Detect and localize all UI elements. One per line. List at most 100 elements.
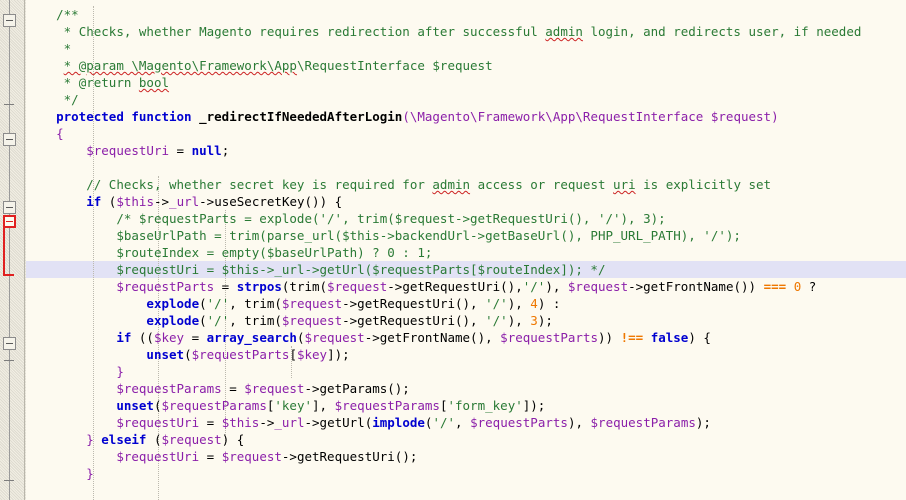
code-token-plain: = [184, 330, 207, 345]
code-token-var: $request [304, 330, 365, 345]
fold-collapse-icon[interactable] [3, 337, 16, 350]
code-line[interactable]: /** [26, 6, 906, 23]
code-token-comment: /** [56, 7, 79, 22]
code-token-var: { [56, 126, 64, 141]
code-token-plain: = [199, 449, 222, 464]
code-token-var: (\Magento\Framework\App\RequestInterface… [402, 109, 779, 124]
code-token-comment: $routeIndex = empty($baseUrlPath) ? 0 : … [116, 245, 433, 260]
code-token-plain: )) [598, 330, 621, 345]
code-line[interactable]: $routeIndex = empty($baseUrlPath) ? 0 : … [26, 244, 906, 261]
code-line[interactable]: protected function _redirectIfNeededAfte… [26, 108, 906, 125]
fold-end-tick-icon[interactable] [4, 360, 14, 361]
code-token-var: } [86, 432, 102, 447]
code-token-var: $request [221, 449, 282, 464]
code-token-plain: ]); [522, 398, 546, 413]
code-line[interactable]: * @param \Magento\Framework\App\RequestI… [26, 57, 906, 74]
code-token-string: '/' [206, 313, 230, 328]
code-line[interactable]: unset($requestParts[$key]); [26, 346, 906, 363]
fold-collapse-icon[interactable] [3, 201, 16, 214]
code-token-keyword: elseif [101, 432, 147, 447]
code-token-var: $requestUri [116, 449, 200, 464]
code-line[interactable]: unset($requestParams['key'], $requestPar… [26, 397, 906, 414]
fold-collapse-icon[interactable] [3, 133, 16, 146]
changed-block-fold-icon[interactable] [3, 215, 16, 228]
code-line[interactable]: * Checks, whether Magento requires redir… [26, 23, 906, 40]
code-token-comment-typo: admin [432, 177, 471, 192]
code-token-plain: ), [507, 296, 531, 311]
code-token-string: '/' [485, 313, 508, 328]
code-token-plain: ), [507, 313, 531, 328]
code-token-plain: ->getParams(); [304, 381, 410, 396]
code-token-plain: -> [153, 194, 170, 209]
code-token-var: $requestParams [334, 398, 440, 413]
code-line[interactable]: } elseif ($request) { [26, 431, 906, 448]
editor-gutter[interactable] [0, 0, 26, 500]
code-token-string: 'form_key' [447, 398, 523, 413]
code-line[interactable]: */ [26, 91, 906, 108]
fold-end-tick-icon[interactable] [4, 104, 14, 105]
fold-collapse-icon[interactable] [3, 14, 16, 27]
code-line[interactable]: $requestUri = $this->_url->getUrl(implod… [26, 414, 906, 431]
code-pane[interactable]: /** * Checks, whether Magento requires r… [26, 0, 906, 500]
code-line[interactable]: $baseUrlPath = trim(parse_url($this->bac… [26, 227, 906, 244]
code-token-var: $this [221, 415, 260, 430]
code-token-comment: // Checks, whether secret key is require… [86, 177, 433, 192]
code-line[interactable]: $requestUri = $request->getRequestUri(); [26, 448, 906, 465]
code-line[interactable]: * @return bool [26, 74, 906, 91]
code-token-keyword: explode [146, 313, 200, 328]
code-token-var: $request [281, 313, 343, 328]
code-token-keyword: null [191, 143, 222, 158]
code-line[interactable]: // Checks, whether secret key is require… [26, 176, 906, 193]
code-line[interactable] [26, 159, 906, 176]
code-line[interactable]: if (($key = array_search($request->getFr… [26, 329, 906, 346]
code-line[interactable]: $requestUri = null; [26, 142, 906, 159]
code-token-keyword: unset [116, 398, 154, 413]
code-lines[interactable]: /** * Checks, whether Magento requires r… [26, 0, 906, 482]
code-line[interactable]: explode('/', trim($request->getRequestUr… [26, 312, 906, 329]
code-token-string: '/' [522, 279, 546, 294]
code-token-plain: = [221, 381, 245, 396]
code-token-keyword: strpos [236, 279, 282, 294]
code-token-op: !== [620, 330, 644, 345]
code-token-var: $requestParams [161, 398, 267, 413]
fold-end-tick-icon[interactable] [4, 480, 14, 481]
code-token-comment: * @return [63, 75, 139, 90]
code-token-plain: , trim( [229, 296, 282, 311]
code-line[interactable]: $requestParams = $request->getParams(); [26, 380, 906, 397]
code-token-comment: * Checks, whether Magento requires redir… [63, 24, 546, 39]
code-token-plain: (( [131, 330, 154, 345]
code-line[interactable]: $requestUri = $this->_url->getUrl($reque… [26, 261, 906, 278]
code-token-plain: ->useSecretKey()) { [199, 194, 343, 209]
code-line[interactable]: if ($this->_url->useSecretKey()) { [26, 193, 906, 210]
code-line[interactable]: $requestParts = strpos(trim($request->ge… [26, 278, 906, 295]
code-line[interactable]: * [26, 40, 906, 57]
code-token-comment: $requestUri = $this->_url->getUrl($reque… [116, 262, 606, 277]
code-line[interactable]: explode('/', trim($request->getRequestUr… [26, 295, 906, 312]
code-line[interactable]: /* $requestParts = explode('/', trim($re… [26, 210, 906, 227]
code-editor[interactable]: /** * Checks, whether Magento requires r… [0, 0, 906, 500]
code-token-comment: login, and redirects user, if needed [582, 24, 862, 39]
code-line[interactable]: } [26, 465, 906, 482]
code-token-comment-typo: uri [613, 177, 636, 192]
code-line[interactable]: { [26, 125, 906, 142]
code-token-plain: -> [259, 415, 275, 430]
code-token-var: $requestParams [590, 415, 696, 430]
code-token-string: '/' [432, 415, 456, 430]
gutter-divider-line-right [24, 0, 25, 500]
code-line[interactable]: } [26, 363, 906, 380]
code-token-var: $request [281, 296, 343, 311]
code-token-var: } [86, 466, 94, 481]
